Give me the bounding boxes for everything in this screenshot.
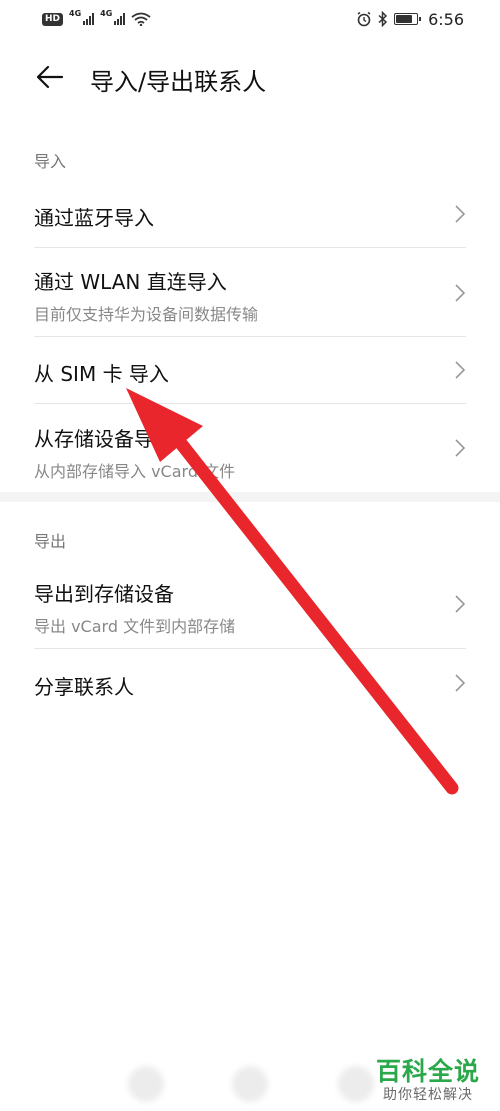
item-subtitle: 目前仅支持华为设备间数据传输 [34,305,259,324]
network-type-2: 4G [100,8,113,18]
section-label-export: 导出 [34,532,67,551]
import-bluetooth-item[interactable]: 通过蓝牙导入 [34,202,466,230]
nav-back-blur [128,1066,164,1102]
status-time: 6:56 [428,9,464,29]
import-storage-item[interactable]: 从存储设备导入 从内部存储导入 vCard 文件 [34,423,466,481]
share-contacts-item[interactable]: 分享联系人 [34,671,466,699]
battery-icon [394,13,422,25]
status-bar: HD 4G 4G 6:56 [0,0,500,38]
import-sim-item[interactable]: 从 SIM 卡 导入 [34,358,466,386]
divider [34,336,466,337]
nav-recent-blur [338,1066,374,1102]
item-subtitle: 从内部存储导入 vCard 文件 [34,462,236,481]
watermark-subtitle: 助你轻松解决 [383,1087,473,1103]
bluetooth-icon [378,11,388,27]
hd-badge: HD [42,12,64,26]
import-wlan-item[interactable]: 通过 WLAN 直连导入 目前仅支持华为设备间数据传输 [34,266,466,324]
chevron-right-icon [455,205,466,223]
item-subtitle: 导出 vCard 文件到内部存储 [34,617,236,636]
divider [34,403,466,404]
wifi-icon [131,12,151,26]
divider [34,247,466,248]
chevron-right-icon [455,595,466,613]
chevron-right-icon [455,674,466,692]
signal-icon [83,13,95,25]
item-title: 导出到存储设备 [34,582,174,606]
status-right: 6:56 [356,10,464,29]
annotation-arrow [126,388,459,795]
signal-icon [114,13,126,25]
chevron-right-icon [455,284,466,302]
chevron-right-icon [455,361,466,379]
divider [34,648,466,649]
section-separator [0,492,500,502]
chevron-right-icon [455,439,466,457]
item-title: 从存储设备导入 [34,427,174,451]
item-title: 分享联系人 [34,675,134,699]
status-left: HD 4G 4G [42,8,151,26]
network-type-1: 4G [69,8,82,18]
watermark-title: 百科全说 [376,1057,481,1086]
battery-fill [396,15,413,23]
page-title: 导入/导出联系人 [90,68,267,96]
back-arrow-icon[interactable] [34,62,66,92]
item-title: 通过 WLAN 直连导入 [34,270,227,294]
alarm-icon [357,11,371,27]
item-title: 通过蓝牙导入 [34,206,154,230]
app-header: 导入/导出联系人 [0,50,500,104]
section-label-import: 导入 [34,152,67,171]
item-title: 从 SIM 卡 导入 [34,362,169,386]
export-storage-item[interactable]: 导出到存储设备 导出 vCard 文件到内部存储 [34,578,466,636]
nav-home-blur [232,1066,268,1102]
